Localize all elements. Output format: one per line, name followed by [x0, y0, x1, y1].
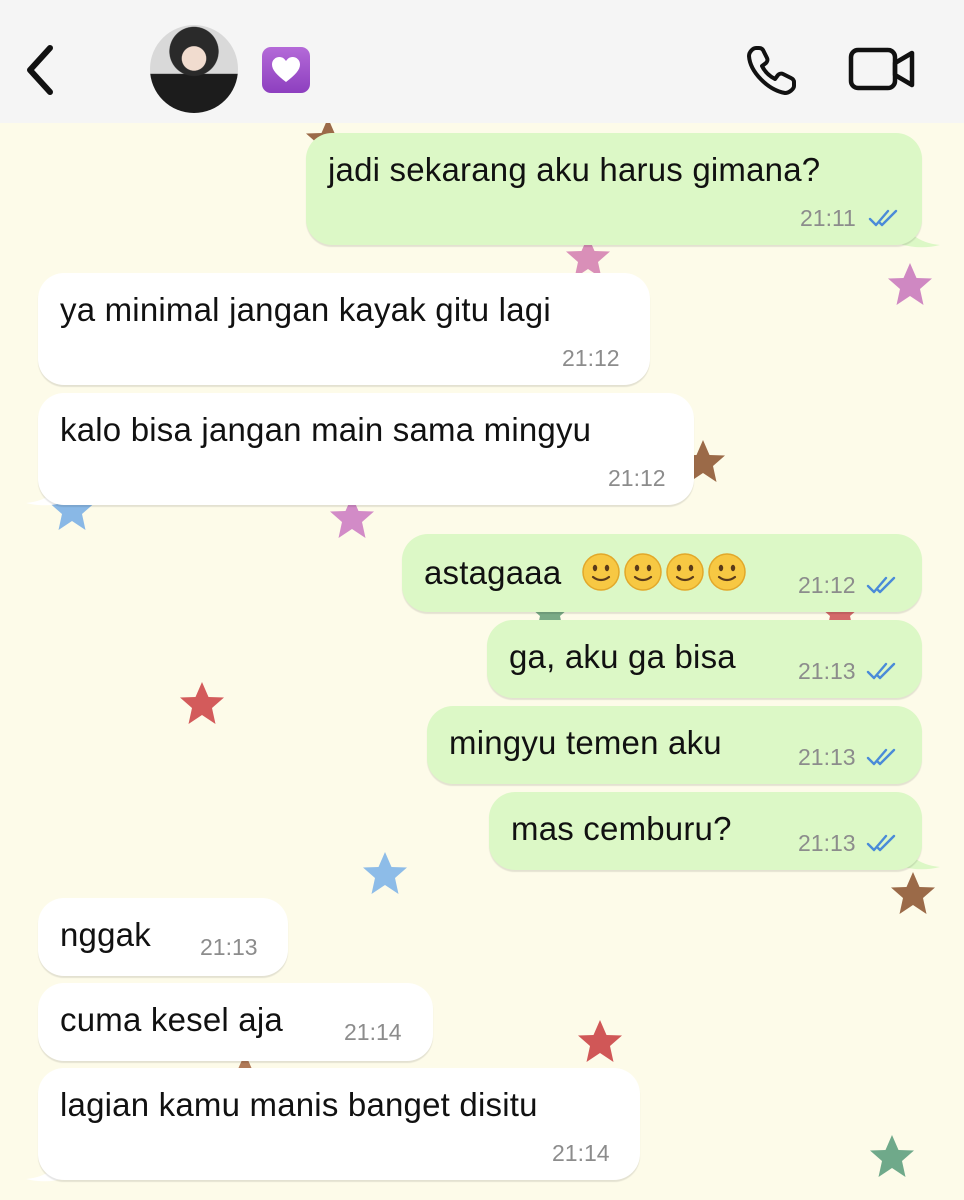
message-bubble-incoming[interactable]: kalo bisa jangan main sama mingyu 21:12: [38, 393, 694, 505]
message-time: 21:11: [800, 205, 856, 231]
chevron-left-icon: [27, 45, 53, 95]
message-text: cuma kesel aja: [60, 1001, 283, 1038]
message-bubble-outgoing[interactable]: ga, aku ga bisa 21:13: [487, 620, 922, 698]
heart-icon: [272, 57, 300, 82]
message-bubble-incoming[interactable]: nggak 21:13: [38, 898, 288, 976]
message-time: 21:13: [798, 830, 856, 856]
message-text: jadi sekarang aku harus gimana?: [328, 151, 821, 188]
slightly-smiling-face-icon: [624, 553, 662, 592]
message-text: astagaaa: [424, 554, 562, 591]
read-double-check-icon: [866, 662, 896, 680]
smiley-emojis: [581, 552, 747, 592]
message-text: mas cemburu?: [511, 810, 732, 847]
message-text: mingyu temen aku: [449, 724, 722, 761]
message-time: 21:14: [552, 1140, 610, 1166]
star-decoration: [180, 682, 224, 724]
star-decoration: [363, 852, 407, 894]
star-decoration: [870, 1135, 914, 1177]
star-decoration: [578, 1020, 622, 1062]
star-decoration: [888, 263, 932, 305]
slightly-smiling-face-icon: [582, 553, 620, 592]
message-bubble-outgoing[interactable]: astagaaa 21:12: [402, 534, 922, 612]
message-time: 21:14: [344, 1019, 402, 1045]
video-camera-icon: [848, 47, 915, 91]
read-double-check-icon: [868, 209, 898, 227]
message-bubble-incoming[interactable]: lagian kamu manis banget disitu 21:14: [38, 1068, 640, 1180]
voice-call-button[interactable]: [744, 42, 800, 98]
read-double-check-icon: [866, 748, 896, 766]
message-text: ga, aku ga bisa: [509, 638, 736, 675]
video-call-button[interactable]: [848, 46, 916, 92]
message-bubble-outgoing[interactable]: mingyu temen aku 21:13: [427, 706, 922, 784]
phone-icon: [747, 46, 796, 95]
message-bubble-incoming[interactable]: ya minimal jangan kayak gitu lagi 21:12: [38, 273, 650, 385]
message-time: 21:13: [798, 658, 856, 684]
message-text: ya minimal jangan kayak gitu lagi: [60, 291, 551, 328]
message-bubble-incoming[interactable]: cuma kesel aja 21:14: [38, 983, 433, 1061]
slightly-smiling-face-icon: [666, 553, 704, 592]
read-double-check-icon: [866, 834, 896, 852]
message-time: 21:13: [798, 744, 856, 770]
message-text: kalo bisa jangan main sama mingyu: [60, 411, 592, 448]
chat-header: [0, 0, 964, 123]
message-time: 21:12: [608, 465, 666, 491]
message-text: nggak: [60, 916, 151, 953]
message-text: lagian kamu manis banget disitu: [60, 1086, 538, 1123]
message-bubble-outgoing[interactable]: mas cemburu? 21:13: [489, 792, 922, 870]
purple-heart-icon[interactable]: [262, 47, 310, 93]
message-content: astagaaa: [424, 552, 747, 595]
back-button[interactable]: [22, 42, 58, 98]
contact-avatar[interactable]: [150, 25, 238, 113]
message-time: 21:12: [798, 572, 856, 598]
message-time: 21:12: [562, 345, 620, 371]
slightly-smiling-face-icon: [708, 553, 746, 592]
star-decoration: [891, 872, 935, 914]
read-double-check-icon: [866, 576, 896, 594]
message-bubble-outgoing[interactable]: jadi sekarang aku harus gimana? 21:11: [306, 133, 922, 245]
message-time: 21:13: [200, 934, 258, 960]
